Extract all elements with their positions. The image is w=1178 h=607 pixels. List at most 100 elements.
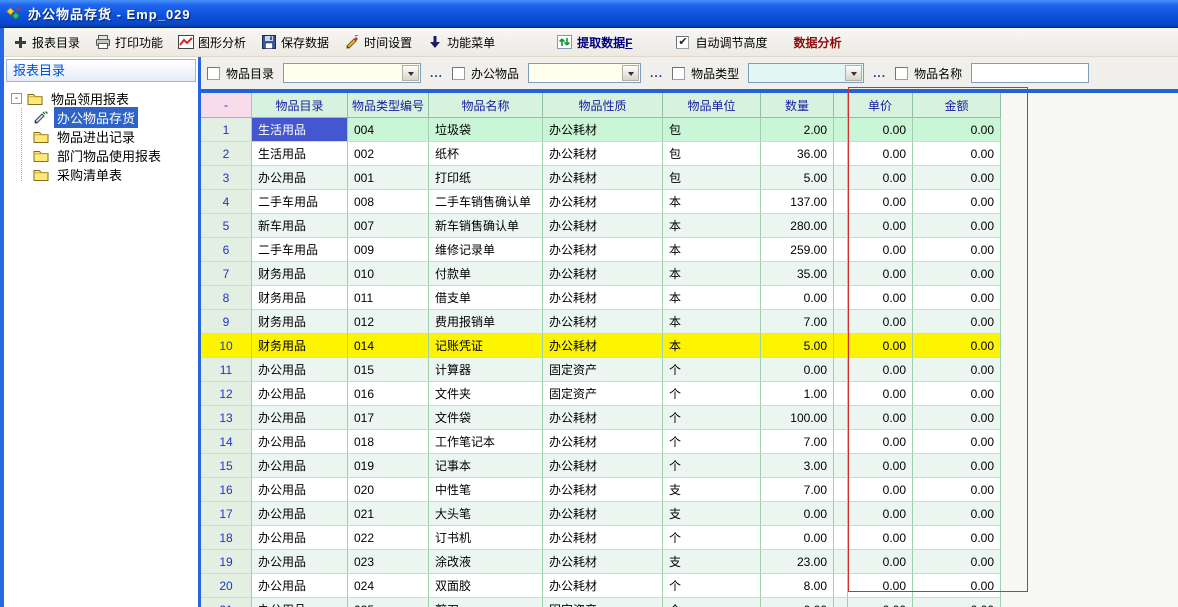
- cell-price[interactable]: 0.00: [848, 190, 913, 214]
- cell-nature[interactable]: 办公耗材: [543, 526, 663, 550]
- cell-qty[interactable]: 0.00: [761, 526, 834, 550]
- cell-amount[interactable]: 0.00: [913, 358, 1001, 382]
- row-number-cell[interactable]: 14: [201, 430, 252, 454]
- cell-unit[interactable]: 本: [663, 310, 761, 334]
- cell-qty[interactable]: 0.00: [761, 286, 834, 310]
- cell-name[interactable]: 涂改液: [429, 550, 543, 574]
- cell-name[interactable]: 纸杯: [429, 142, 543, 166]
- combobox-dropdown-button[interactable]: [622, 65, 639, 81]
- cell-name[interactable]: 费用报销单: [429, 310, 543, 334]
- cell-price[interactable]: 0.00: [848, 382, 913, 406]
- cell-unit[interactable]: 支: [663, 550, 761, 574]
- cell-type_code[interactable]: 018: [348, 430, 429, 454]
- cell-qty[interactable]: 7.00: [761, 310, 834, 334]
- filter-combobox[interactable]: [748, 63, 864, 83]
- row-number-cell[interactable]: 11: [201, 358, 252, 382]
- cell-nature[interactable]: 固定资产: [543, 382, 663, 406]
- row-number-cell[interactable]: 17: [201, 502, 252, 526]
- cell-type_code[interactable]: 011: [348, 286, 429, 310]
- autofit-height-toggle[interactable]: ✔ 自动调节高度: [676, 34, 767, 51]
- cell-type_code[interactable]: 016: [348, 382, 429, 406]
- cell-category[interactable]: 办公用品: [252, 550, 348, 574]
- cell-type_code[interactable]: 014: [348, 334, 429, 358]
- cell-amount[interactable]: 0.00: [913, 550, 1001, 574]
- cell-type_code[interactable]: 023: [348, 550, 429, 574]
- cell-name[interactable]: 借支单: [429, 286, 543, 310]
- cell-category[interactable]: 办公用品: [252, 574, 348, 598]
- cell-nature[interactable]: 办公耗材: [543, 142, 663, 166]
- cell-qty[interactable]: 36.00: [761, 142, 834, 166]
- cell-amount[interactable]: 0.00: [913, 406, 1001, 430]
- cell-category[interactable]: 办公用品: [252, 382, 348, 406]
- tree-item-root[interactable]: -物品领用报表: [6, 89, 196, 108]
- cell-category[interactable]: 财务用品: [252, 310, 348, 334]
- cell-type_code[interactable]: 024: [348, 574, 429, 598]
- cell-type_code[interactable]: 017: [348, 406, 429, 430]
- cell-price[interactable]: 0.00: [848, 550, 913, 574]
- cell-type_code[interactable]: 015: [348, 358, 429, 382]
- cell-nature[interactable]: 办公耗材: [543, 550, 663, 574]
- cell-nature[interactable]: 办公耗材: [543, 502, 663, 526]
- more-options-button[interactable]: ...: [650, 66, 663, 80]
- cell-nature[interactable]: 办公耗材: [543, 478, 663, 502]
- cell-name[interactable]: 二手车销售确认单: [429, 190, 543, 214]
- cell-category[interactable]: 财务用品: [252, 262, 348, 286]
- cell-category[interactable]: 新车用品: [252, 214, 348, 238]
- cell-category[interactable]: 财务用品: [252, 286, 348, 310]
- cell-unit[interactable]: 个: [663, 526, 761, 550]
- cell-name[interactable]: 计算器: [429, 358, 543, 382]
- toolbar-button[interactable]: 打印功能: [95, 34, 163, 51]
- cell-name[interactable]: 记事本: [429, 454, 543, 478]
- filter-combobox[interactable]: [283, 63, 421, 83]
- row-number-cell[interactable]: 12: [201, 382, 252, 406]
- row-number-cell[interactable]: 4: [201, 190, 252, 214]
- row-number-cell[interactable]: 16: [201, 478, 252, 502]
- cell-type_code[interactable]: 009: [348, 238, 429, 262]
- cell-category[interactable]: 二手车用品: [252, 190, 348, 214]
- cell-amount[interactable]: 0.00: [913, 262, 1001, 286]
- cell-category[interactable]: 办公用品: [252, 406, 348, 430]
- cell-price[interactable]: 0.00: [848, 406, 913, 430]
- toolbar-button[interactable]: 保存数据: [261, 34, 329, 51]
- cell-type_code[interactable]: 010: [348, 262, 429, 286]
- cell-amount[interactable]: 0.00: [913, 502, 1001, 526]
- cell-nature[interactable]: 固定资产: [543, 358, 663, 382]
- row-number-cell[interactable]: 2: [201, 142, 252, 166]
- cell-qty[interactable]: 3.00: [761, 454, 834, 478]
- filter-checkbox[interactable]: [672, 67, 685, 80]
- cell-unit[interactable]: 个: [663, 598, 761, 607]
- cell-name[interactable]: 付款单: [429, 262, 543, 286]
- row-number-cell[interactable]: 13: [201, 406, 252, 430]
- cell-name[interactable]: 打印纸: [429, 166, 543, 190]
- toolbar-button[interactable]: 功能菜单: [427, 34, 495, 51]
- cell-unit[interactable]: 个: [663, 382, 761, 406]
- cell-type_code[interactable]: 020: [348, 478, 429, 502]
- cell-category[interactable]: 办公用品: [252, 478, 348, 502]
- cell-unit[interactable]: 支: [663, 478, 761, 502]
- cell-qty[interactable]: 5.00: [761, 166, 834, 190]
- cell-category[interactable]: 办公用品: [252, 454, 348, 478]
- cell-price[interactable]: 0.00: [848, 262, 913, 286]
- cell-type_code[interactable]: 007: [348, 214, 429, 238]
- cell-nature[interactable]: 办公耗材: [543, 406, 663, 430]
- cell-amount[interactable]: 0.00: [913, 118, 1001, 142]
- cell-amount[interactable]: 0.00: [913, 454, 1001, 478]
- cell-nature[interactable]: 办公耗材: [543, 454, 663, 478]
- cell-category[interactable]: 办公用品: [252, 430, 348, 454]
- cell-unit[interactable]: 个: [663, 454, 761, 478]
- cell-unit[interactable]: 个: [663, 406, 761, 430]
- cell-qty[interactable]: 280.00: [761, 214, 834, 238]
- cell-unit[interactable]: 本: [663, 214, 761, 238]
- cell-amount[interactable]: 0.00: [913, 286, 1001, 310]
- row-number-cell[interactable]: 20: [201, 574, 252, 598]
- cell-category[interactable]: 办公用品: [252, 526, 348, 550]
- cell-amount[interactable]: 0.00: [913, 310, 1001, 334]
- cell-nature[interactable]: 办公耗材: [543, 574, 663, 598]
- cell-qty[interactable]: 8.00: [761, 574, 834, 598]
- cell-type_code[interactable]: 021: [348, 502, 429, 526]
- cell-nature[interactable]: 办公耗材: [543, 214, 663, 238]
- cell-price[interactable]: 0.00: [848, 526, 913, 550]
- cell-price[interactable]: 0.00: [848, 334, 913, 358]
- cell-price[interactable]: 0.00: [848, 310, 913, 334]
- cell-price[interactable]: 0.00: [848, 430, 913, 454]
